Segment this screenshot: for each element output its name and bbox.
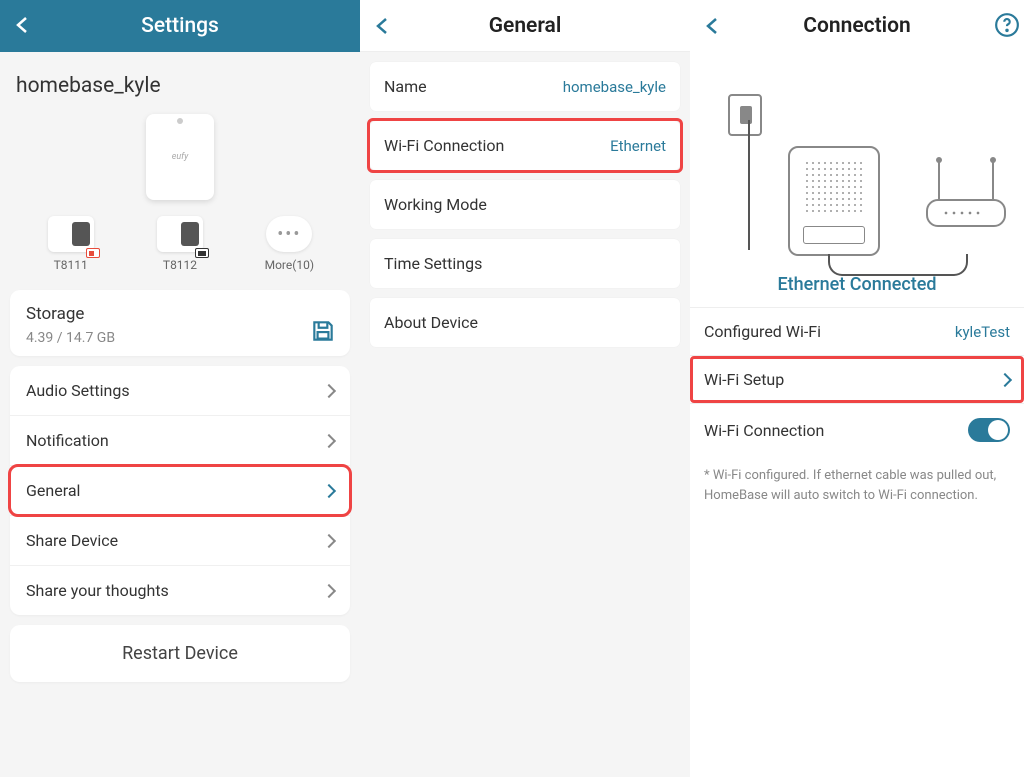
row-name[interactable]: Name homebase_kyle [370,62,680,111]
row-wifi-connection[interactable]: Wi-Fi Connection Ethernet [370,121,680,170]
menu-label: Share your thoughts [26,581,169,600]
general-header: General [360,0,690,52]
row-working-mode[interactable]: Working Mode [370,180,680,229]
row-label: Wi-Fi Connection [704,421,824,440]
menu-label: Share Device [26,531,118,550]
chevron-right-icon [1000,370,1010,389]
help-icon[interactable] [994,12,1020,42]
chevron-right-icon [324,431,334,450]
menu-notification[interactable]: Notification [10,416,350,466]
menu-share-device[interactable]: Share Device [10,516,350,566]
row-wifi-setup[interactable]: Wi-Fi Setup [690,355,1024,403]
storage-value: 4.39 / 14.7 GB [26,330,334,346]
save-icon [310,318,336,348]
row-about-device[interactable]: About Device [370,298,680,347]
general-panel: General Name homebase_kyle Wi-Fi Connect… [360,0,690,777]
camera-icon [48,216,94,252]
settings-menu: Audio Settings Notification General Shar… [10,366,350,615]
chevron-right-icon [324,381,334,400]
camera-item-2[interactable]: T8112 [135,216,225,272]
row-time-settings[interactable]: Time Settings [370,239,680,288]
homebase-icon [788,146,880,256]
connection-panel: Connection Ethernet Connected Configured… [690,0,1024,777]
chevron-right-icon [324,581,334,600]
chevron-right-icon [324,481,334,500]
menu-general[interactable]: General [10,466,350,516]
more-icon: ••• [266,216,312,252]
camera-icon [157,216,203,252]
camera-label: T8111 [54,258,88,272]
row-value: homebase_kyle [563,78,666,96]
connection-title: Connection [690,14,1024,38]
wifi-toggle[interactable] [968,418,1010,442]
camera-item-1[interactable]: T8111 [26,216,116,272]
storage-label: Storage [26,304,334,324]
connection-header: Connection [690,0,1024,52]
connection-diagram [698,64,1016,264]
camera-label: T8112 [163,258,197,272]
menu-share-thoughts[interactable]: Share your thoughts [10,566,350,615]
back-icon[interactable] [12,14,34,40]
device-hub-image: eufy [0,106,360,206]
menu-label: General [26,481,80,500]
router-icon [926,199,1006,227]
restart-label: Restart Device [122,643,238,664]
row-label: Wi-Fi Connection [384,136,504,155]
row-configured-wifi[interactable]: Configured Wi-Fi kyleTest [690,307,1024,355]
more-item[interactable]: ••• More(10) [244,216,334,272]
menu-label: Audio Settings [26,381,130,400]
general-title: General [360,14,690,38]
row-label: About Device [384,313,478,332]
row-label: Working Mode [384,195,487,214]
menu-audio-settings[interactable]: Audio Settings [10,366,350,416]
row-value: Ethernet [610,137,666,155]
device-icons-row: T8111 T8112 ••• More(10) [0,206,360,280]
back-icon[interactable] [702,15,724,41]
wifi-note: * Wi-Fi configured. If ethernet cable wa… [690,456,1024,515]
row-value: kyleTest [955,323,1010,341]
row-wifi-connection-toggle: Wi-Fi Connection [690,403,1024,456]
more-label: More(10) [265,258,314,272]
restart-device-button[interactable]: Restart Device [10,625,350,682]
menu-label: Notification [26,431,109,450]
chevron-right-icon [324,531,334,550]
settings-header: Settings [0,0,360,52]
settings-title: Settings [0,14,360,38]
row-label: Wi-Fi Setup [704,370,784,389]
settings-panel: Settings homebase_kyle eufy T8111 T8112 … [0,0,360,777]
storage-card[interactable]: Storage 4.39 / 14.7 GB [10,290,350,356]
power-outlet-icon [728,94,762,136]
row-label: Time Settings [384,254,482,273]
row-label: Name [384,77,427,96]
row-label: Configured Wi-Fi [704,322,821,341]
back-icon[interactable] [372,15,394,41]
device-name: homebase_kyle [0,52,360,106]
